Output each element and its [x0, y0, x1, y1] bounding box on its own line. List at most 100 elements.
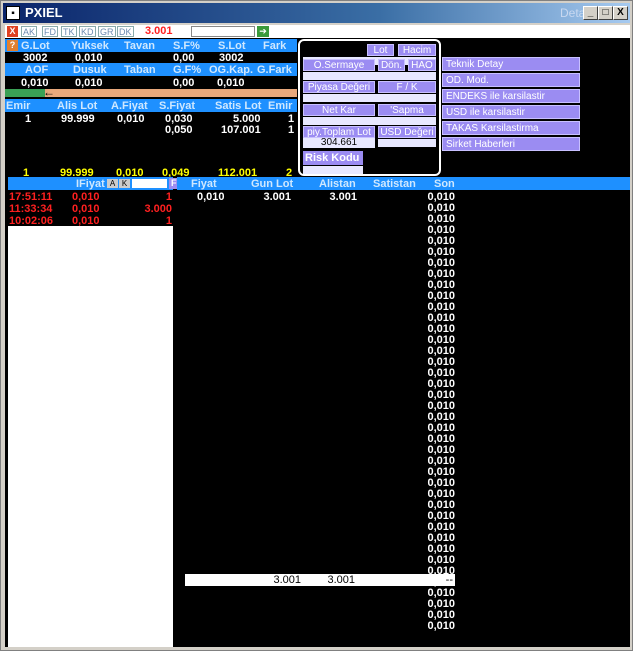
main-window: ▪ PXIEL Detay _ □ X X AK FD TK KD GR DK …: [0, 0, 633, 651]
fark-header: Fark: [263, 40, 287, 52]
sum-son: --: [445, 574, 453, 586]
app-icon[interactable]: ▪: [6, 6, 20, 20]
afiyat-header: A.Fiyat: [111, 100, 148, 112]
help-icon[interactable]: ?: [7, 40, 18, 51]
dusuk-header: Dusuk: [73, 64, 107, 76]
stats-header-row-2: AOF Dusuk Taban G.F% OG.Kap. G.Fark: [5, 63, 297, 76]
trade-price: 0,010: [72, 203, 100, 215]
hao-button[interactable]: HAO: [408, 59, 436, 71]
trades-list: 17:51:11 0,010 1 11:33:34 0,010 3.000 10…: [8, 190, 173, 227]
fk-ratio-button[interactable]: F / K: [378, 81, 436, 93]
menu-usd[interactable]: USD ile karsilastir: [442, 105, 580, 119]
trades-filter-input[interactable]: [132, 179, 167, 188]
sum-gun-lot: 3.001: [273, 574, 301, 586]
menu-endeks[interactable]: ENDEKS ile karsilastir: [442, 89, 580, 103]
depth-emir-buy: 1: [25, 113, 32, 125]
menu-sirket-haberleri[interactable]: Sirket Haberleri: [442, 137, 580, 151]
depth-satis-lot: 107.001: [221, 124, 261, 136]
row-fiyat: 0,010: [197, 191, 225, 203]
usd-degeri-button[interactable]: USD Değeri: [378, 126, 436, 138]
menu-takas[interactable]: TAKAS Karsilastirma: [442, 121, 580, 135]
tavan-header: Tavan: [124, 40, 155, 52]
dk-button[interactable]: DK: [117, 26, 134, 37]
sort-a-button[interactable]: A: [107, 179, 118, 188]
trade-time: 11:33:34: [9, 203, 53, 215]
satistan-header[interactable]: Satistan: [373, 178, 416, 190]
last-price: 3.001: [145, 25, 173, 37]
lot-button[interactable]: Lot: [367, 44, 394, 56]
balance-arrow-icon: ←: [43, 85, 55, 99]
trade-lot: 3.000: [144, 203, 172, 215]
depth-afiyat: 0,010: [117, 113, 145, 125]
yuksek-header: Yuksek: [71, 40, 109, 52]
trade-time: 10:02:06: [9, 215, 54, 227]
piyasa-degeri-button[interactable]: Piyasa Değeri: [303, 81, 375, 93]
bid-balance-fill: [5, 89, 45, 97]
gr-button[interactable]: GR: [98, 26, 116, 37]
trade-time: 17:51:11: [9, 191, 53, 203]
tk-button[interactable]: TK: [61, 26, 77, 37]
close-symbol-icon[interactable]: X: [7, 26, 18, 37]
menu-teknik-detay[interactable]: Teknik Detay: [442, 57, 580, 71]
go-arrow-icon[interactable]: ➔: [257, 26, 269, 37]
row-alistan: 3.001: [329, 191, 357, 203]
depth-sfiyat: 0,050: [165, 124, 193, 136]
fundamentals-panel: Lot Hacim O.Sermaye Dön. HAO Piyasa Değe…: [298, 39, 441, 176]
sf-header: S.F%: [173, 40, 200, 52]
dusuk-value: 0,010: [75, 77, 103, 89]
ogkap-header: OG.Kap.: [209, 64, 254, 76]
menu-od-mod[interactable]: OD. Mod.: [442, 73, 580, 87]
sermaye-value: [303, 72, 436, 80]
kd-button[interactable]: KD: [79, 26, 96, 37]
emir-buy-header: Emir: [6, 100, 31, 112]
hacim-button[interactable]: Hacim: [398, 44, 436, 56]
taban-header: Taban: [124, 64, 156, 76]
gf-header: G.F%: [173, 64, 202, 76]
risk-kodu-button[interactable]: Risk Kodu: [303, 151, 363, 165]
maximize-button[interactable]: □: [598, 6, 613, 20]
usd-degeri-value: [378, 139, 436, 147]
ak-button[interactable]: AK: [21, 26, 38, 37]
content-area: X AK FD TK KD GR DK 3.001 ➔ ? G.Lot Yuks…: [5, 25, 630, 647]
trade-lot: 1: [165, 191, 172, 203]
don-button[interactable]: Dön.: [378, 59, 405, 71]
piy-toplam-lot-value: 304.661: [303, 138, 375, 148]
net-kar-button[interactable]: Net Kar: [303, 104, 375, 116]
glot-header: G.Lot: [21, 40, 50, 52]
minimize-button[interactable]: _: [583, 6, 598, 20]
trades-panel: [8, 177, 173, 647]
ogkap-value: 0,010: [217, 77, 245, 89]
depth-alis-lot: 99.999: [61, 113, 95, 125]
son-value: 0,010: [427, 620, 455, 632]
net-kar-value: [303, 117, 436, 125]
aof-header: AOF: [25, 64, 49, 76]
trade-lot: 1: [165, 215, 172, 227]
sort-k-button[interactable]: K: [119, 179, 130, 188]
gfark-header: G.Fark: [257, 64, 292, 76]
emir-sell-header: Emir: [268, 100, 293, 112]
trades-header: IFiyat A K FK: [8, 177, 185, 190]
piyasa-degeri-value: [303, 94, 436, 102]
satis-lot-header: Satis Lot: [215, 100, 262, 112]
symbol-input[interactable]: [191, 26, 255, 37]
sum-alistan: 3.001: [327, 574, 355, 586]
stats-header-row-1: ? G.Lot Yuksek Tavan S.F% S.Lot Fark: [5, 39, 297, 52]
symbol-toolbar: X AK FD TK KD GR DK 3.001 ➔: [5, 25, 630, 38]
son-header[interactable]: Son: [434, 178, 455, 190]
alistan-header[interactable]: Alistan: [319, 178, 356, 190]
risk-kodu-value: [303, 166, 363, 174]
sapma-button[interactable]: 'Sapma: [378, 104, 436, 116]
window-title: PXIEL: [25, 5, 63, 20]
gun-lot-header[interactable]: Gun Lot: [251, 178, 293, 190]
slot-header: S.Lot: [218, 40, 246, 52]
title-bar[interactable]: ▪ PXIEL Detay _ □ X: [3, 3, 630, 23]
fd-button[interactable]: FD: [42, 26, 58, 37]
trade-price: 0,010: [72, 215, 100, 227]
o-sermaye-button[interactable]: O.Sermaye: [303, 59, 375, 71]
depth-header: Emir Alis Lot A.Fiyat S.Fiyat Satis Lot …: [5, 99, 297, 112]
depth-emir-sell: 1: [288, 124, 295, 136]
fiyat-header[interactable]: Fiyat: [191, 178, 217, 190]
close-button[interactable]: X: [613, 6, 628, 20]
price-table-summary: 3.001 3.001 --: [185, 574, 455, 586]
row-gun-lot: 3.001: [263, 191, 291, 203]
